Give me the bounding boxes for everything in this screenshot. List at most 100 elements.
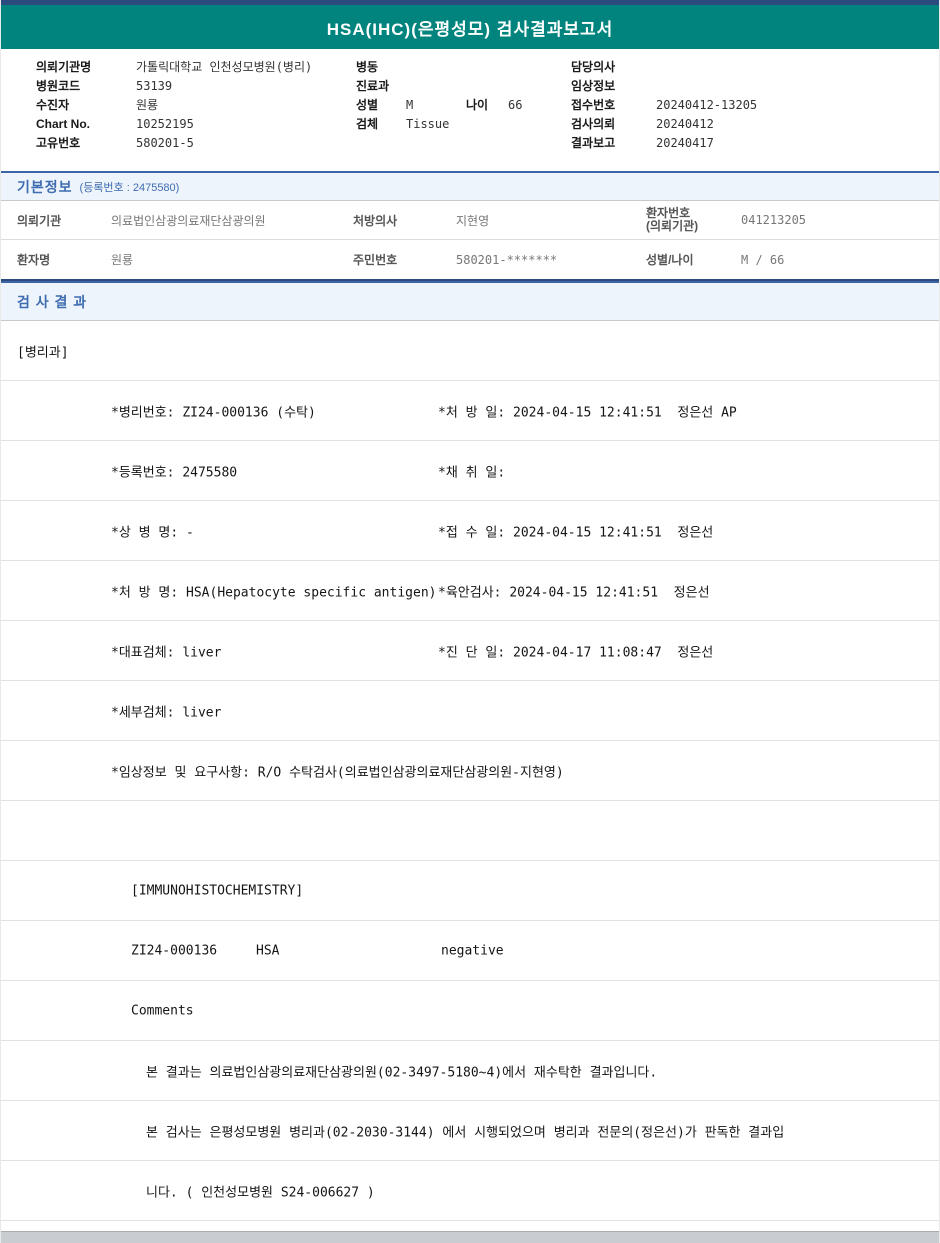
results-section-header: 검 사 결 과 xyxy=(1,281,939,321)
field-department: 진료과 xyxy=(356,76,522,95)
field-value: M xyxy=(406,97,414,112)
field-label: 진료과 xyxy=(356,79,390,93)
department-label: [병리과] xyxy=(17,345,69,360)
result-row-empty xyxy=(1,801,939,861)
field-label: 나이 xyxy=(466,98,489,112)
field-receipt-no: 접수번호 20240412-13205 xyxy=(571,95,757,114)
result-row-comment: 본 검사는 은평성모병원 병리과(02-2030-3144) 에서 시행되었으며… xyxy=(1,1101,939,1161)
patient-header-col2: 병동 진료과 성별 M 나이 66 검체 Tissue xyxy=(356,57,522,133)
field-label: 수진자 xyxy=(36,98,70,112)
results-body: [병리과] *병리번호: ZI24-000136 (수탁) *처 방 일: 20… xyxy=(1,321,939,1221)
field-label: 의뢰기관명 xyxy=(36,60,92,74)
report-title-bar: HSA(IHC)(은평성모) 검사결과보고서 xyxy=(1,5,939,49)
field-label: 담당의사 xyxy=(571,60,616,74)
field-value: 가톨릭대학교 인천성모병원(병리) xyxy=(136,60,313,74)
result-left: *세부검체: liver xyxy=(111,705,222,720)
field-label: 결과보고 xyxy=(571,136,616,150)
patient-header-col1: 의뢰기관명 가톨릭대학교 인천성모병원(병리) 병원코드 53139 수진자 원… xyxy=(36,57,312,152)
ihc-header-label: [IMMUNOHISTOCHEMISTRY] xyxy=(131,883,304,898)
result-row-ihc-result: ZI24-000136 HSA negative xyxy=(1,921,939,981)
result-left: *대표검체: liver xyxy=(111,645,222,660)
result-left: *등록번호: 2475580 xyxy=(111,465,238,480)
result-row: *병리번호: ZI24-000136 (수탁) *처 방 일: 2024-04-… xyxy=(1,381,939,441)
result-left: *병리번호: ZI24-000136 (수탁) xyxy=(111,405,316,420)
field-clinical-info: 임상정보 xyxy=(571,76,757,95)
field-sex-age: 성별 M 나이 66 xyxy=(356,95,522,114)
section-subtitle: (등록번호 : 2475580) xyxy=(79,181,180,194)
field-value: 원룡 xyxy=(136,98,159,112)
section-title: 검 사 결 과 xyxy=(17,293,88,310)
cell-value: 041213205 xyxy=(741,213,807,227)
ihc-test-name: HSA xyxy=(256,943,280,958)
comment-line: 본 검사는 은평성모병원 병리과(02-2030-3144) 에서 시행되었으며… xyxy=(146,1125,785,1140)
result-row: *임상정보 및 요구사항: R/O 수탁검사(의료법인삼광의료재단삼광의원-지현… xyxy=(1,741,939,801)
cell-value: 지현영 xyxy=(456,213,490,228)
field-label: 병동 xyxy=(356,60,379,74)
basic-info-table: 의뢰기관 의료법인삼광의료재단삼광의원 처방의사 지현영 환자번호 (의뢰기관)… xyxy=(1,201,939,281)
result-row-comments-label: Comments xyxy=(1,981,939,1041)
field-chart-no: Chart No. 10252195 xyxy=(36,114,312,133)
field-label: 고유번호 xyxy=(36,136,81,150)
field-label: 성별 xyxy=(356,98,379,112)
comment-line: 니다. ( 인천성모병원 S24-006627 ) xyxy=(146,1185,375,1200)
cell-value: 의료법인삼광의료재단삼광의원 xyxy=(111,213,266,228)
field-report-date: 결과보고 20240417 xyxy=(571,133,757,152)
basic-info-section-header: 기본정보 (등록번호 : 2475580) xyxy=(1,171,939,201)
result-left: *상 병 명: - xyxy=(111,525,194,540)
cell-label: 주민번호 xyxy=(353,253,398,267)
field-specimen: 검체 Tissue xyxy=(356,114,522,133)
field-value: 20240412-13205 xyxy=(656,97,758,112)
field-label: 병원코드 xyxy=(36,79,81,93)
field-value: Tissue xyxy=(406,116,450,131)
report-title: HSA(IHC)(은평성모) 검사결과보고서 xyxy=(326,19,614,39)
field-unique-no: 고유번호 580201-5 xyxy=(36,133,312,152)
result-row: *세부검체: liver xyxy=(1,681,939,741)
ihc-result-value: negative xyxy=(441,943,504,958)
result-row-ihc-header: [IMMUNOHISTOCHEMISTRY] xyxy=(1,861,939,921)
result-right: *접 수 일: 2024-04-15 12:41:51 정은선 xyxy=(438,525,714,540)
field-hospital-code: 병원코드 53139 xyxy=(36,76,312,95)
cell-label: 의뢰기관 xyxy=(17,213,62,228)
field-value: 66 xyxy=(508,97,523,112)
field-patient-name: 수진자 원룡 xyxy=(36,95,312,114)
field-requesting-org: 의뢰기관명 가톨릭대학교 인천성모병원(병리) xyxy=(36,57,312,76)
field-doctor-in-charge: 담당의사 xyxy=(571,57,757,76)
field-label: Chart No. xyxy=(36,116,90,131)
cell-label: 환자명 xyxy=(17,253,51,267)
table-row: 의뢰기관 의료법인삼광의료재단삼광의원 처방의사 지현영 환자번호 (의뢰기관)… xyxy=(1,201,939,240)
cell-value: M / 66 xyxy=(741,252,785,267)
field-label: 검사의뢰 xyxy=(571,117,616,131)
cell-label: 환자번호 (의뢰기관) xyxy=(646,201,741,239)
field-value: 10252195 xyxy=(136,116,194,131)
cell-label-line2: (의뢰기관) xyxy=(646,219,699,233)
cell-value: 580201-******* xyxy=(456,252,558,267)
field-value: 580201-5 xyxy=(136,135,194,150)
result-row: *상 병 명: - *접 수 일: 2024-04-15 12:41:51 정은… xyxy=(1,501,939,561)
ihc-code: ZI24-000136 xyxy=(131,943,218,958)
comments-label: Comments xyxy=(131,1003,194,1018)
field-label: 접수번호 xyxy=(571,98,616,112)
bottom-scrollbar-track[interactable] xyxy=(1,1231,939,1243)
field-value: 53139 xyxy=(136,78,173,93)
field-ward: 병동 xyxy=(356,57,522,76)
result-row: *등록번호: 2475580 *채 취 일: xyxy=(1,441,939,501)
report-page: HSA(IHC)(은평성모) 검사결과보고서 의뢰기관명 가톨릭대학교 인천성모… xyxy=(0,0,940,1243)
patient-header-col3: 담당의사 임상정보 접수번호 20240412-13205 검사의뢰 20240… xyxy=(571,57,757,152)
result-row-department: [병리과] xyxy=(1,321,939,381)
field-request-date: 검사의뢰 20240412 xyxy=(571,114,757,133)
result-right: *육안검사: 2024-04-15 12:41:51 정은선 xyxy=(438,585,710,600)
cell-label: 성별/나이 xyxy=(646,253,694,267)
field-value: 20240417 xyxy=(656,135,714,150)
result-right: *채 취 일: xyxy=(438,465,506,480)
patient-header-block: 의뢰기관명 가톨릭대학교 인천성모병원(병리) 병원코드 53139 수진자 원… xyxy=(1,49,939,171)
cell-label: 처방의사 xyxy=(353,213,398,228)
field-label: 임상정보 xyxy=(571,79,616,93)
comment-line: 본 결과는 의료법인삼광의료재단삼광의원(02-3497-5180~4)에서 재… xyxy=(146,1065,658,1080)
result-left: *처 방 명: HSA(Hepatocyte specific antigen) xyxy=(111,585,437,600)
field-value: 20240412 xyxy=(656,116,714,131)
result-row: *처 방 명: HSA(Hepatocyte specific antigen)… xyxy=(1,561,939,621)
result-right: *처 방 일: 2024-04-15 12:41:51 정은선 AP xyxy=(438,405,737,420)
result-left: *임상정보 및 요구사항: R/O 수탁검사(의료법인삼광의료재단삼광의원-지현… xyxy=(111,765,564,780)
result-right: *진 단 일: 2024-04-17 11:08:47 정은선 xyxy=(438,645,714,660)
table-row: 환자명 원룡 주민번호 580201-******* 성별/나이 M / 66 xyxy=(1,240,939,279)
